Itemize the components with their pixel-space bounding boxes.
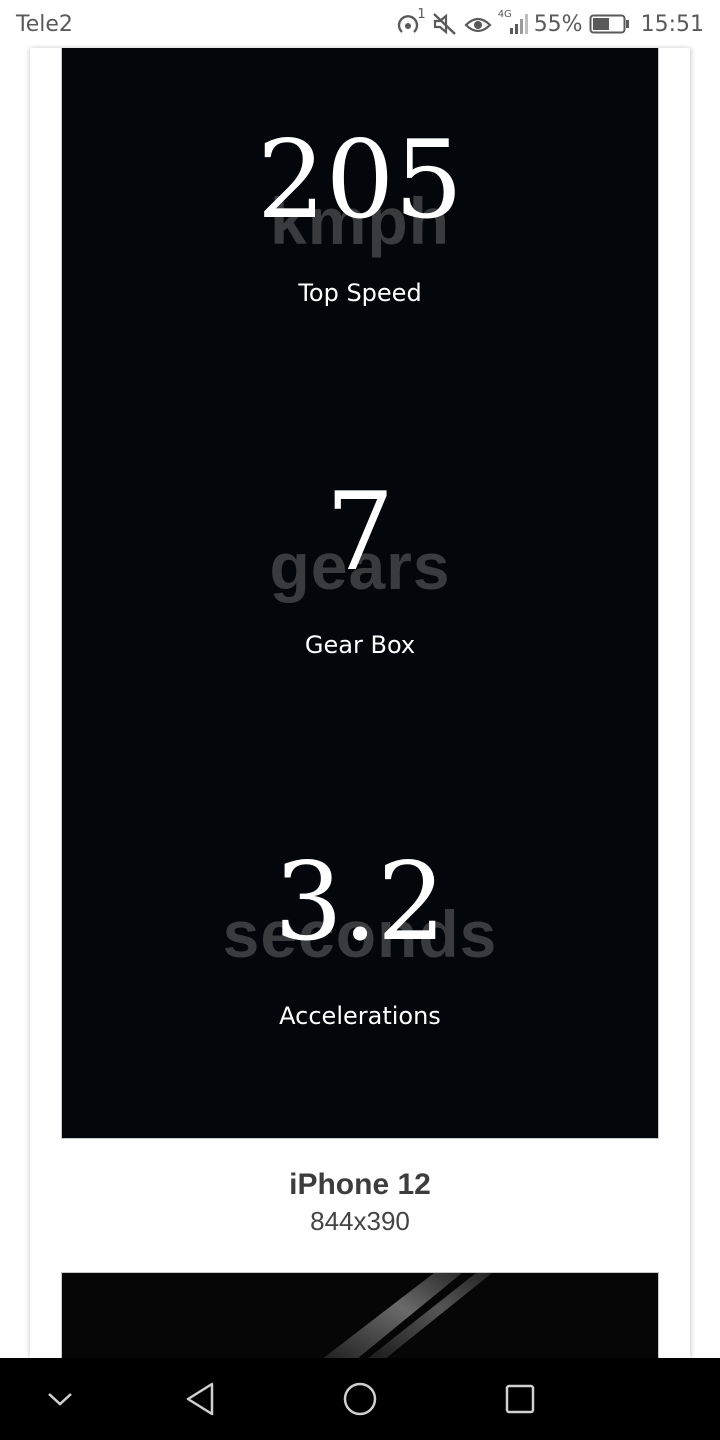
page-frame: kmph 205 Top Speed gears 7 Gear Box seco…	[30, 48, 690, 1362]
navigation-bar	[0, 1358, 720, 1440]
status-bar: Tele2 1 4G 55% 15:51	[0, 0, 720, 48]
preview-artwork	[62, 1273, 658, 1362]
carrier-name: Tele2	[16, 11, 73, 37]
hide-nav-button[interactable]	[30, 1358, 90, 1440]
back-button[interactable]	[170, 1358, 230, 1440]
home-icon	[343, 1382, 377, 1416]
status-icons: 1 4G 55% 15:51	[396, 7, 704, 37]
device-name: iPhone 12	[289, 1168, 431, 1201]
device-preview: kmph 205 Top Speed gears 7 Gear Box seco…	[61, 48, 659, 1139]
hotspot-badge: 1	[417, 7, 426, 22]
home-button[interactable]	[330, 1358, 390, 1440]
clock: 15:51	[640, 11, 704, 37]
stat-number: 3.2	[274, 840, 446, 965]
chevron-down-icon	[48, 1393, 72, 1406]
battery-percent: 55%	[533, 11, 583, 37]
back-icon	[186, 1382, 214, 1416]
stat-accelerations: seconds 3.2 Accelerations	[62, 48, 658, 1048]
device-size: 844x390	[310, 1206, 410, 1236]
device-caption: iPhone 12 844x390	[30, 1168, 690, 1237]
eye-comfort-icon	[464, 13, 492, 35]
mute-icon	[432, 12, 458, 36]
recents-button[interactable]	[490, 1358, 550, 1440]
signal-icon: 4G	[497, 9, 528, 36]
battery-icon	[589, 13, 631, 35]
network-type-label: 4G	[497, 9, 512, 20]
hotspot-icon: 1	[396, 7, 426, 37]
recents-icon	[505, 1384, 535, 1414]
stat-label: Accelerations	[279, 1002, 441, 1030]
next-device-preview	[61, 1272, 659, 1362]
